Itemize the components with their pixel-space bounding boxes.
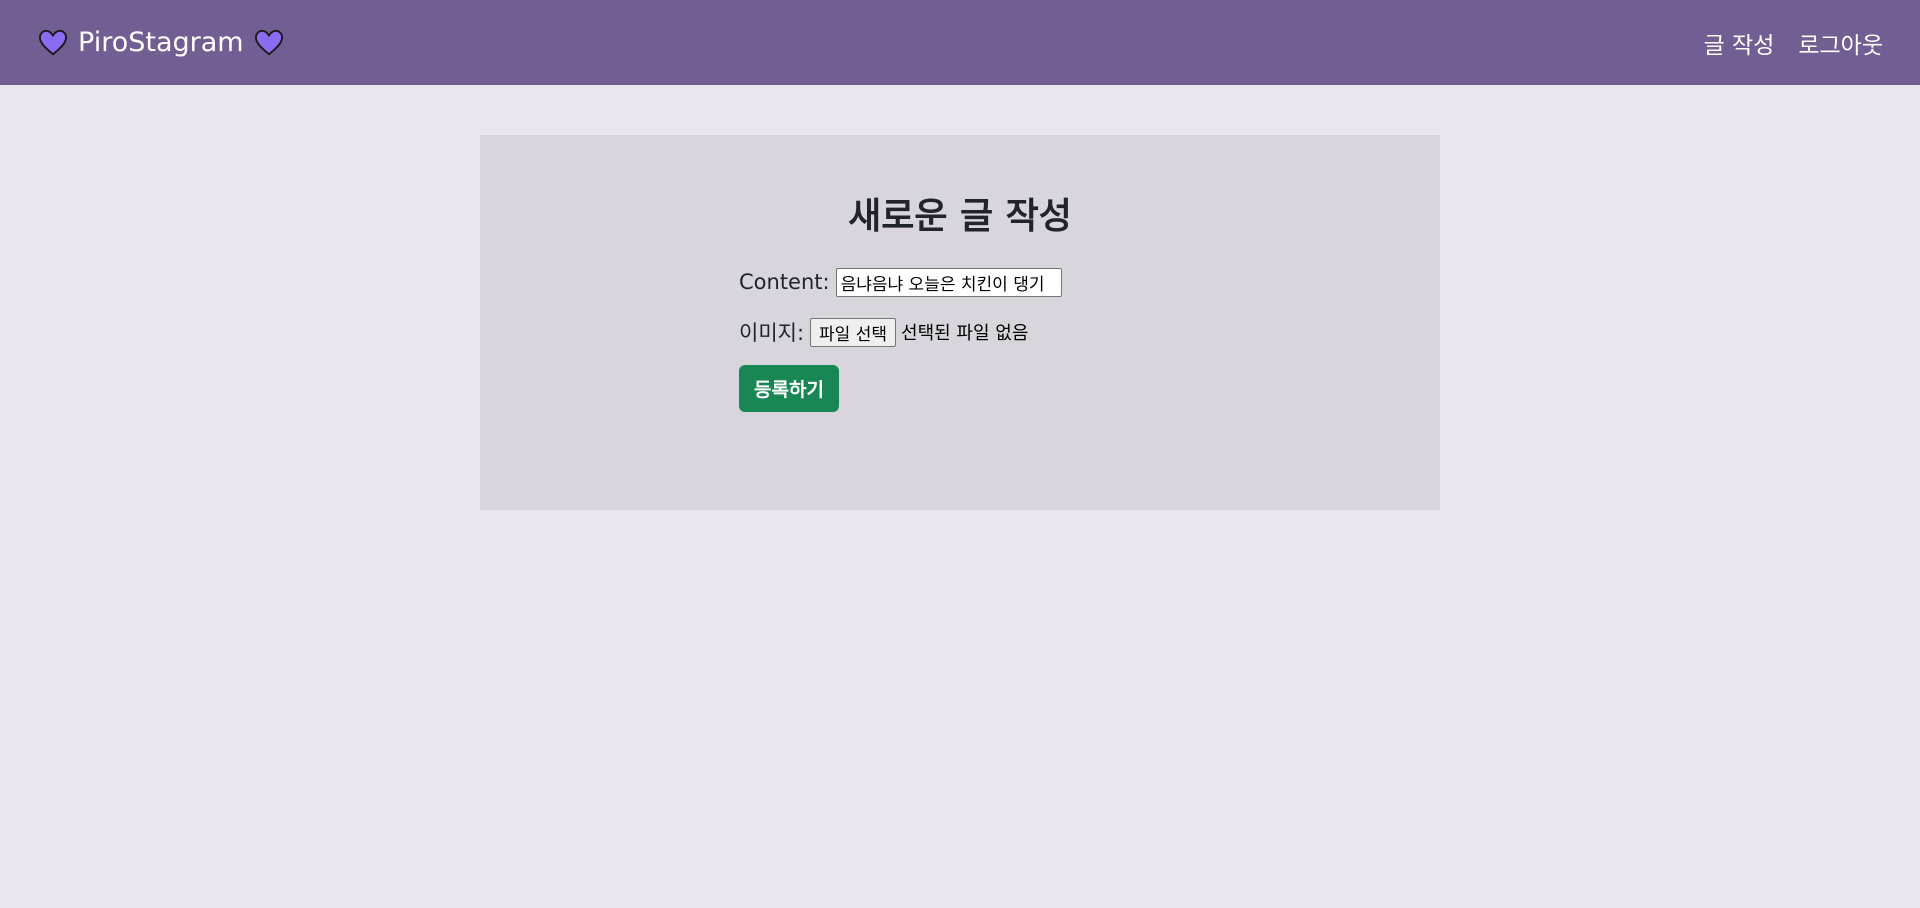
- page-title: 새로운 글 작성: [848, 196, 1072, 237]
- image-label: 이미지:: [739, 321, 805, 345]
- brand-link[interactable]: PiroStagram: [38, 27, 284, 58]
- file-select-button[interactable]: 파일 선택: [810, 317, 897, 347]
- file-status-text: 선택된 파일 없음: [901, 323, 1029, 344]
- heart-icon: [254, 29, 283, 55]
- new-post-card: 새로운 글 작성 Content: 이미지: 파일 선택 선택된 파일 없음 등…: [480, 135, 1440, 510]
- heart-icon: [38, 29, 68, 55]
- brand-title: PiroStagram: [78, 27, 244, 58]
- content-label: Content:: [739, 270, 830, 294]
- submit-button[interactable]: 등록하기: [739, 365, 839, 412]
- top-navbar: PiroStagram 글 작성 로그아웃: [0, 0, 1920, 85]
- nav-link-write[interactable]: 글 작성: [1704, 26, 1775, 60]
- nav-link-logout[interactable]: 로그아웃: [1798, 26, 1883, 60]
- content-row: Content:: [739, 267, 1239, 297]
- nav-links: 글 작성 로그아웃: [1704, 26, 1883, 60]
- image-row: 이미지: 파일 선택 선택된 파일 없음: [739, 317, 1239, 347]
- new-post-form: Content: 이미지: 파일 선택 선택된 파일 없음 등록하기: [739, 267, 1239, 412]
- content-input[interactable]: [835, 267, 1062, 297]
